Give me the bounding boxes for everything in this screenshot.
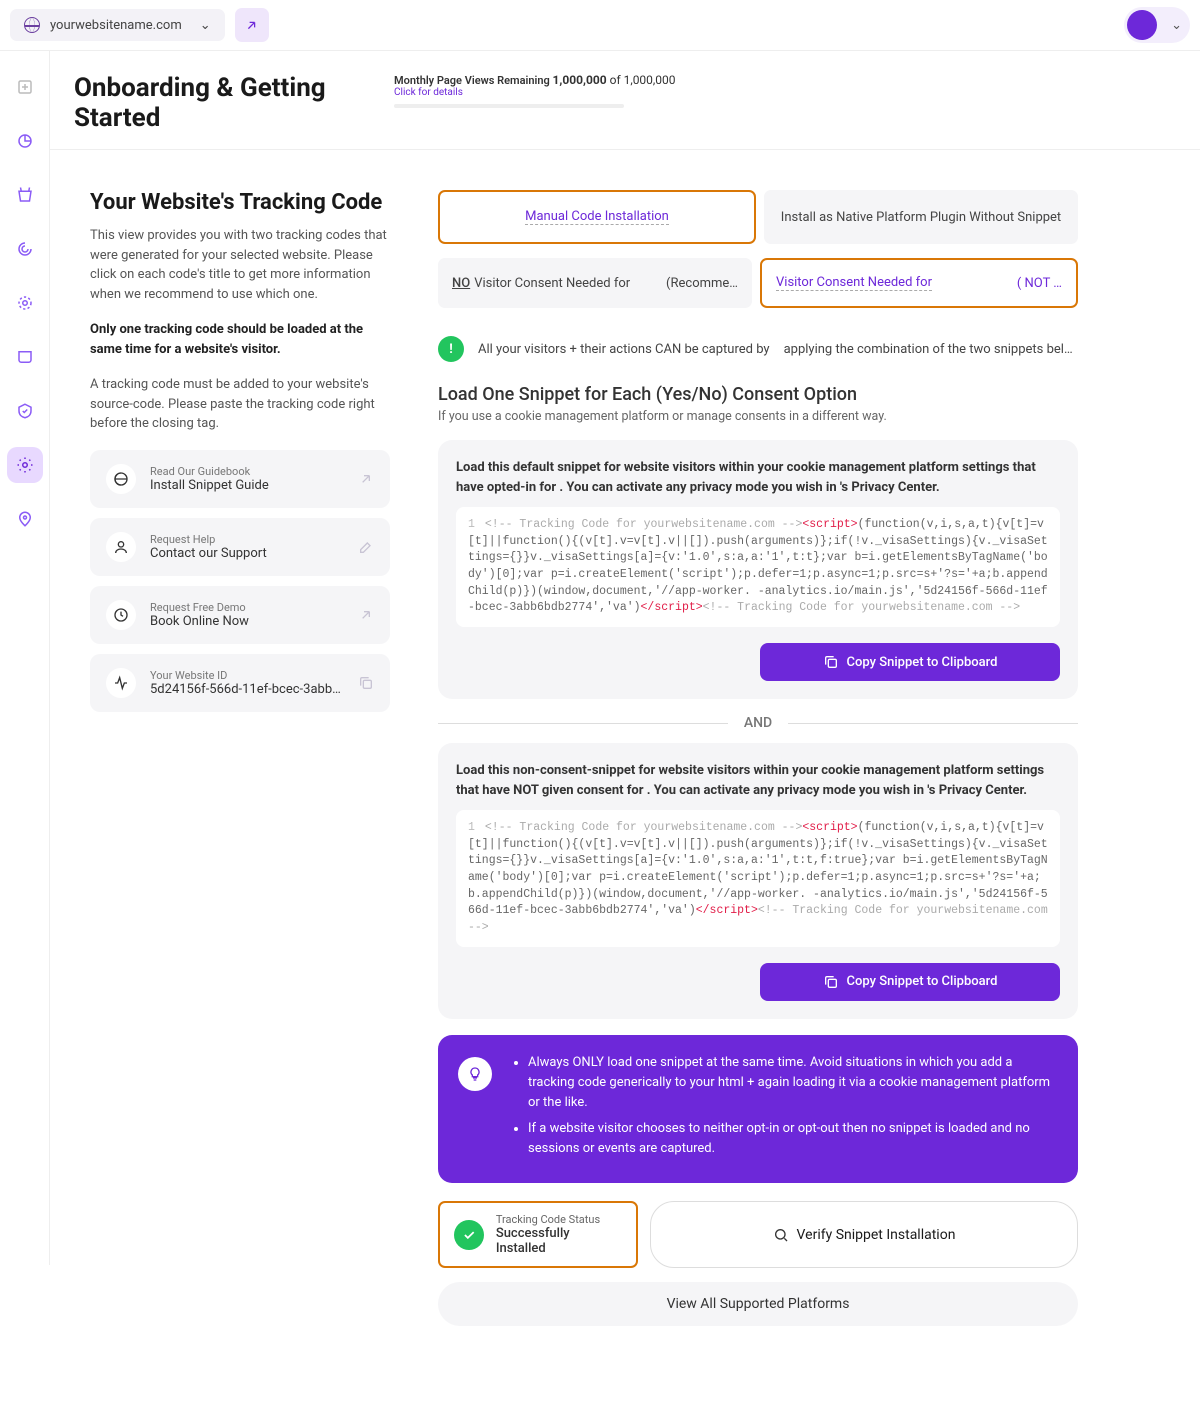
nav-item-5[interactable] bbox=[7, 285, 43, 321]
page-header: Onboarding & Getting Started Monthly Pag… bbox=[50, 51, 1200, 150]
copy-snippet-button[interactable]: Copy Snippet to Clipboard bbox=[760, 643, 1060, 681]
tip-box: Always ONLY load one snippet at the same… bbox=[438, 1035, 1078, 1184]
snippet-box-default: Load this default snippet for website vi… bbox=[438, 440, 1078, 699]
tab-platform-plugin[interactable]: Install as Native Platform Plugin Withou… bbox=[764, 190, 1078, 244]
site-name: yourwebsitename.com bbox=[50, 18, 182, 33]
status-row: Tracking Code Status Successfully Instal… bbox=[438, 1201, 1078, 1268]
verify-button[interactable]: Verify Snippet Installation bbox=[650, 1201, 1078, 1268]
check-icon bbox=[454, 1220, 484, 1250]
and-divider: AND bbox=[438, 715, 1078, 731]
book-icon bbox=[106, 464, 136, 494]
tab-manual-install[interactable]: Manual Code Installation bbox=[438, 190, 756, 244]
nav-item-9[interactable] bbox=[7, 501, 43, 537]
copy-icon bbox=[358, 675, 374, 691]
topbar: yourwebsitename.com ⌄ ⌄ bbox=[0, 0, 1200, 51]
page-views-stats[interactable]: Monthly Page Views Remaining 1,000,000 o… bbox=[394, 73, 676, 108]
nav-item-6[interactable] bbox=[7, 339, 43, 375]
tab-consent-needed[interactable]: Visitor Consent Needed for ( NOT … bbox=[760, 258, 1078, 308]
install-tabs: Manual Code Installation Install as Nati… bbox=[438, 190, 1078, 244]
nav-item-2[interactable] bbox=[7, 123, 43, 159]
globe-icon bbox=[24, 17, 40, 33]
site-selector[interactable]: yourwebsitename.com ⌄ bbox=[10, 9, 225, 41]
info-icon: ! bbox=[438, 336, 464, 362]
user-menu[interactable]: ⌄ bbox=[1124, 7, 1190, 43]
clock-icon bbox=[106, 600, 136, 630]
right-column: Manual Code Installation Install as Nati… bbox=[438, 190, 1078, 1326]
open-external-button[interactable] bbox=[235, 8, 269, 42]
section-title: Your Website's Tracking Code bbox=[90, 190, 390, 216]
nav-item-1[interactable] bbox=[7, 69, 43, 105]
card-demo[interactable]: Request Free DemoBook Online Now bbox=[90, 586, 390, 644]
page-title: Onboarding & Getting Started bbox=[74, 73, 394, 133]
copy-snippet-button[interactable]: Copy Snippet to Clipboard bbox=[760, 963, 1060, 1001]
tab-no-consent[interactable]: NOVisitor Consent Needed for (Recomme… bbox=[438, 258, 752, 308]
user-icon bbox=[106, 532, 136, 562]
left-column: Your Website's Tracking Code This view p… bbox=[90, 190, 390, 722]
snippet-box-nonconsent: Load this non-consent-snippet for websit… bbox=[438, 743, 1078, 1019]
info-bar: ! All your visitors + their actions CAN … bbox=[438, 322, 1078, 376]
nav-rail bbox=[0, 51, 50, 1265]
external-link-icon bbox=[358, 607, 374, 623]
nav-item-3[interactable] bbox=[7, 177, 43, 213]
nav-item-settings[interactable] bbox=[7, 447, 43, 483]
view-all-platforms-button[interactable]: View All Supported Platforms bbox=[438, 1282, 1078, 1326]
card-support[interactable]: Request HelpContact our Support bbox=[90, 518, 390, 576]
progress-bar bbox=[394, 104, 624, 108]
consent-tabs: NOVisitor Consent Needed for (Recomme… V… bbox=[438, 258, 1078, 308]
code-block-2[interactable]: 1<!-- Tracking Code for yourwebsitename.… bbox=[456, 810, 1060, 947]
chevron-down-icon: ⌄ bbox=[200, 18, 211, 33]
card-website-id[interactable]: Your Website ID5d24156f-566d-11ef-bcec-3… bbox=[90, 654, 390, 712]
edit-icon bbox=[358, 539, 374, 555]
activity-icon bbox=[106, 668, 136, 698]
tracking-status: Tracking Code Status Successfully Instal… bbox=[438, 1201, 638, 1268]
chevron-down-icon: ⌄ bbox=[1171, 18, 1182, 33]
nav-item-7[interactable] bbox=[7, 393, 43, 429]
nav-item-4[interactable] bbox=[7, 231, 43, 267]
code-block-1[interactable]: 1<!-- Tracking Code for yourwebsitename.… bbox=[456, 507, 1060, 627]
external-link-icon bbox=[358, 471, 374, 487]
main-area: Onboarding & Getting Started Monthly Pag… bbox=[50, 51, 1200, 1386]
section-desc: If you use a cookie management platform … bbox=[438, 409, 1078, 424]
avatar bbox=[1127, 10, 1157, 40]
lightbulb-icon bbox=[458, 1057, 492, 1091]
card-guidebook[interactable]: Read Our GuidebookInstall Snippet Guide bbox=[90, 450, 390, 508]
section-heading: Load One Snippet for Each (Yes/No) Conse… bbox=[438, 384, 1078, 405]
